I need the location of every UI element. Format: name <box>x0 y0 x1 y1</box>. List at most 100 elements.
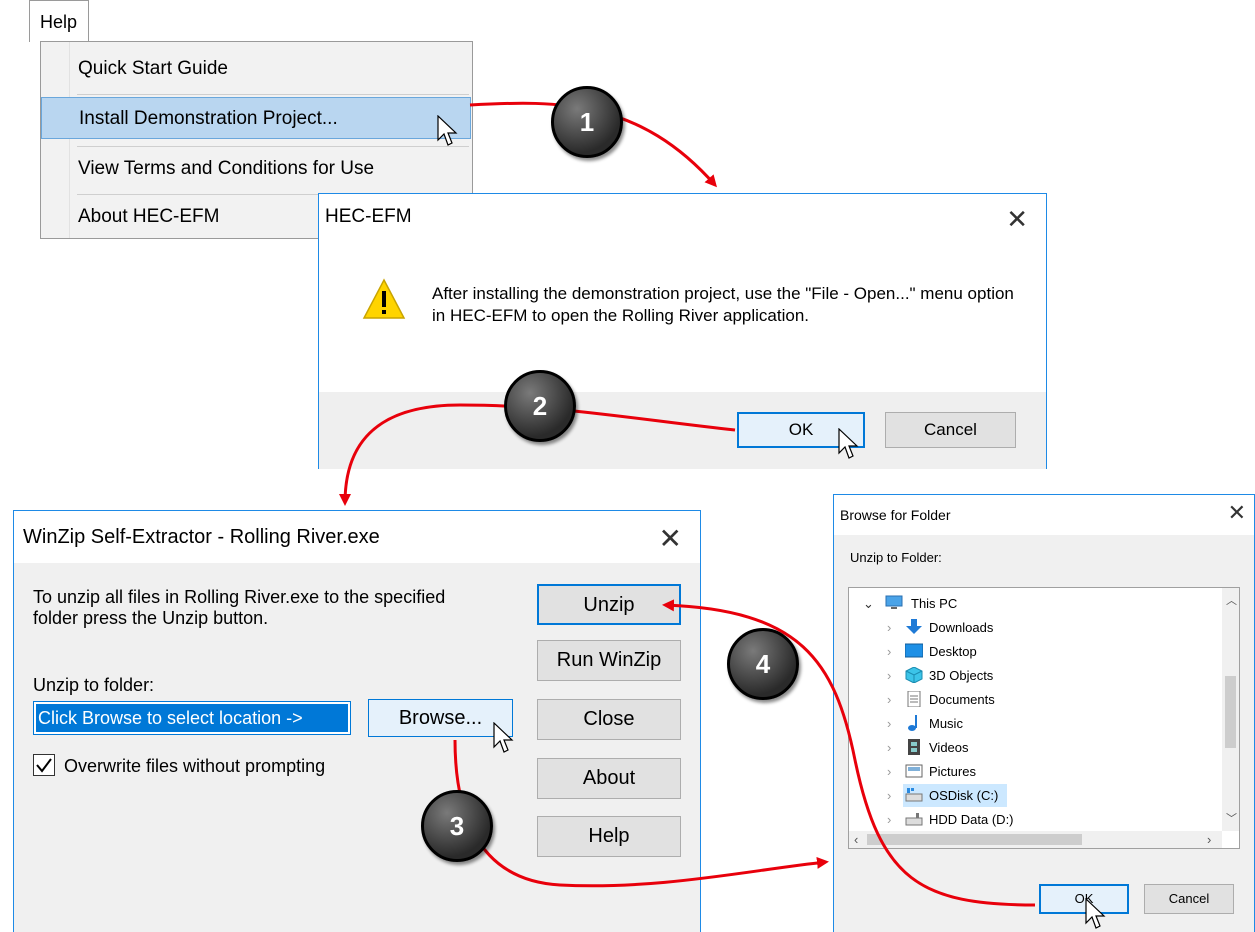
tree-item-label: HDD Data (D:) <box>929 812 1014 827</box>
unzip-button[interactable]: Unzip <box>537 584 681 625</box>
step-badge-1: 1 <box>551 86 623 158</box>
tree-item-label: Downloads <box>929 620 994 635</box>
step-badge-4: 4 <box>727 628 799 700</box>
music-note-icon <box>908 715 917 731</box>
tree-item-documents[interactable]: › Documents <box>849 688 1219 712</box>
tree-item-label: OSDisk (C:) <box>929 788 999 803</box>
download-arrow-icon <box>906 619 922 634</box>
scroll-down-icon[interactable]: ﹀ <box>1226 810 1237 826</box>
chevron-right-icon[interactable]: › <box>887 716 891 731</box>
winzip-description: To unzip all files in Rolling River.exe … <box>33 587 446 628</box>
about-button-label: About <box>582 767 636 789</box>
menu-item-label: Install Demonstration Project... <box>79 108 338 129</box>
tree-item-desktop[interactable]: › Desktop <box>849 640 1219 664</box>
menu-separator <box>77 94 469 95</box>
run-winzip-button-label: Run WinZip <box>556 649 662 671</box>
about-button[interactable]: About <box>537 758 681 799</box>
unzip-folder-value: Click Browse to select location -> <box>36 704 348 732</box>
dialog-titlebar: HEC-EFM ✕ <box>319 194 1046 240</box>
tree-item-osdisk-c[interactable]: › OSDisk (C:) <box>849 784 1219 808</box>
tree-item-downloads[interactable]: › Downloads <box>849 616 1219 640</box>
tree-item-label: 3D Objects <box>929 668 994 683</box>
step-badge-2: 2 <box>504 370 576 442</box>
cancel-button-label: Cancel <box>1168 891 1210 906</box>
close-button[interactable]: Close <box>537 699 681 740</box>
menu-item-label: View Terms and Conditions for Use <box>78 158 375 179</box>
hscrollbar-thumb[interactable] <box>867 834 1082 845</box>
winzip-self-extractor-dialog: WinZip Self-Extractor - Rolling River.ex… <box>13 510 701 932</box>
unzip-folder-input[interactable]: Click Browse to select location -> <box>33 701 351 735</box>
help-menu-tab[interactable]: Help <box>29 0 89 42</box>
dialog-title: HEC-EFM <box>325 206 412 227</box>
cancel-button-label: Cancel <box>924 420 977 439</box>
close-icon[interactable]: ✕ <box>1228 500 1246 526</box>
scroll-right-icon[interactable]: › <box>1207 832 1211 847</box>
menu-item-view-terms[interactable]: View Terms and Conditions for Use <box>69 148 473 190</box>
chevron-right-icon[interactable]: › <box>887 692 891 707</box>
tree-item-hdd-data-d[interactable]: › HDD Data (D:) <box>849 808 1219 832</box>
run-winzip-button[interactable]: Run WinZip <box>537 640 681 681</box>
cancel-button[interactable]: Cancel <box>885 412 1016 448</box>
tree-item-label: Desktop <box>929 644 977 659</box>
browse-for-folder-dialog: Browse for Folder ✕ Unzip to Folder: ⌄ T… <box>833 494 1255 932</box>
chevron-right-icon[interactable]: › <box>887 812 891 827</box>
tree-item-label: This PC <box>911 596 958 611</box>
unzip-folder-label: Unzip to folder: <box>33 675 155 695</box>
tree-item-label: Pictures <box>929 764 976 779</box>
mouse-cursor-icon <box>437 115 458 146</box>
drive-icon <box>905 813 923 826</box>
cube-icon <box>905 667 923 683</box>
picture-icon <box>905 764 923 778</box>
chevron-right-icon[interactable]: › <box>887 668 891 683</box>
menu-item-quick-start-guide[interactable]: Quick Start Guide <box>69 48 473 90</box>
drive-icon <box>905 788 923 802</box>
browse-prompt: Unzip to Folder: <box>850 550 942 565</box>
chevron-right-icon[interactable]: › <box>887 764 891 779</box>
menu-item-install-demo-project[interactable]: Install Demonstration Project... <box>41 97 471 139</box>
dialog-title: Browse for Folder <box>840 507 951 523</box>
chevron-right-icon[interactable]: › <box>887 740 891 755</box>
film-icon <box>908 739 920 755</box>
tree-item-this-pc[interactable]: ⌄ This PC <box>849 592 1219 616</box>
close-icon[interactable]: ✕ <box>1006 204 1028 235</box>
horizontal-scrollbar[interactable]: ‹ › <box>849 831 1222 848</box>
browse-button-label: Browse... <box>398 707 483 729</box>
scroll-up-icon[interactable]: ︿ <box>1226 592 1237 608</box>
chevron-right-icon[interactable]: › <box>887 788 891 803</box>
tree-item-pictures[interactable]: › Pictures <box>849 760 1219 784</box>
chevron-right-icon[interactable]: › <box>887 620 891 635</box>
menu-separator <box>77 146 469 147</box>
folder-tree[interactable]: ⌄ This PC › Downloads › Desktop › 3D Obj… <box>848 587 1240 849</box>
chevron-right-icon[interactable]: › <box>887 644 891 659</box>
browse-cancel-button[interactable]: Cancel <box>1144 884 1234 914</box>
step-badge-3: 3 <box>421 790 493 862</box>
dialog-footer: OK Cancel <box>319 392 1046 469</box>
browse-ok-button[interactable]: OK <box>1039 884 1129 914</box>
dialog-message: After installing the demonstration proje… <box>432 284 1014 325</box>
menu-item-label: Quick Start Guide <box>78 58 228 79</box>
scroll-left-icon[interactable]: ‹ <box>854 832 858 847</box>
vertical-scrollbar[interactable]: ︿ ﹀ <box>1222 588 1239 831</box>
tree-item-3d-objects[interactable]: › 3D Objects <box>849 664 1219 688</box>
dialog-titlebar: Browse for Folder ✕ <box>834 495 1254 535</box>
help-menu-title: Help <box>40 12 78 32</box>
tree-item-videos[interactable]: › Videos <box>849 736 1219 760</box>
close-icon[interactable]: ✕ <box>659 522 682 555</box>
tree-item-music[interactable]: › Music <box>849 712 1219 736</box>
dialog-title: WinZip Self-Extractor - Rolling River.ex… <box>23 526 380 548</box>
chevron-down-icon[interactable]: ⌄ <box>863 596 874 612</box>
document-icon <box>907 691 921 707</box>
menu-item-label: About HEC-EFM <box>78 206 220 227</box>
tree-item-label: Documents <box>929 692 995 707</box>
overwrite-label: Overwrite files without prompting <box>64 756 326 776</box>
desktop-icon <box>905 643 923 658</box>
menu-gutter <box>41 42 70 238</box>
dialog-titlebar: WinZip Self-Extractor - Rolling River.ex… <box>14 511 700 563</box>
help-button[interactable]: Help <box>537 816 681 857</box>
tree-item-label: Music <box>929 716 963 731</box>
overwrite-checkbox[interactable] <box>33 754 55 776</box>
checkmark-icon <box>36 758 52 773</box>
warning-icon <box>362 278 406 319</box>
scrollbar-thumb[interactable] <box>1225 676 1236 748</box>
browse-button[interactable]: Browse... <box>368 699 513 737</box>
